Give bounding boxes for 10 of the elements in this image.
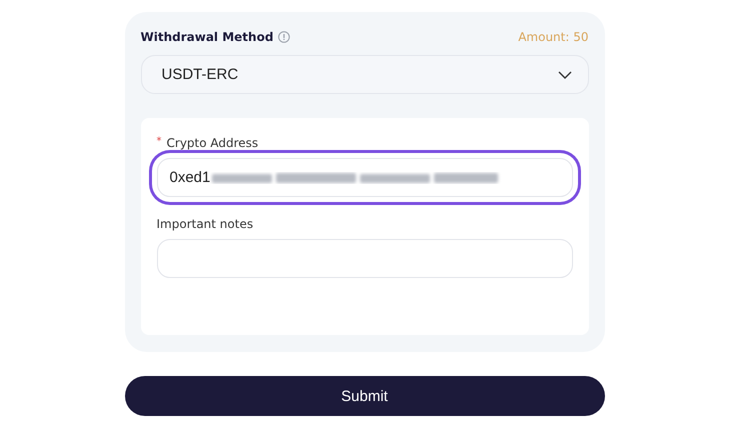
method-dropdown[interactable]: USDT-ERC — [140, 55, 588, 94]
info-icon — [278, 31, 290, 43]
amount-text: Amount: 50 — [518, 30, 588, 44]
chevron-down-icon — [558, 70, 572, 78]
submit-button[interactable]: Submit — [124, 376, 604, 416]
field-label: Crypto Address — [166, 136, 258, 150]
input-field[interactable] — [156, 239, 572, 278]
section-title: Withdrawal Method — [140, 30, 274, 44]
field-label: Important notes — [156, 217, 254, 231]
required-mark: * — [156, 136, 162, 149]
